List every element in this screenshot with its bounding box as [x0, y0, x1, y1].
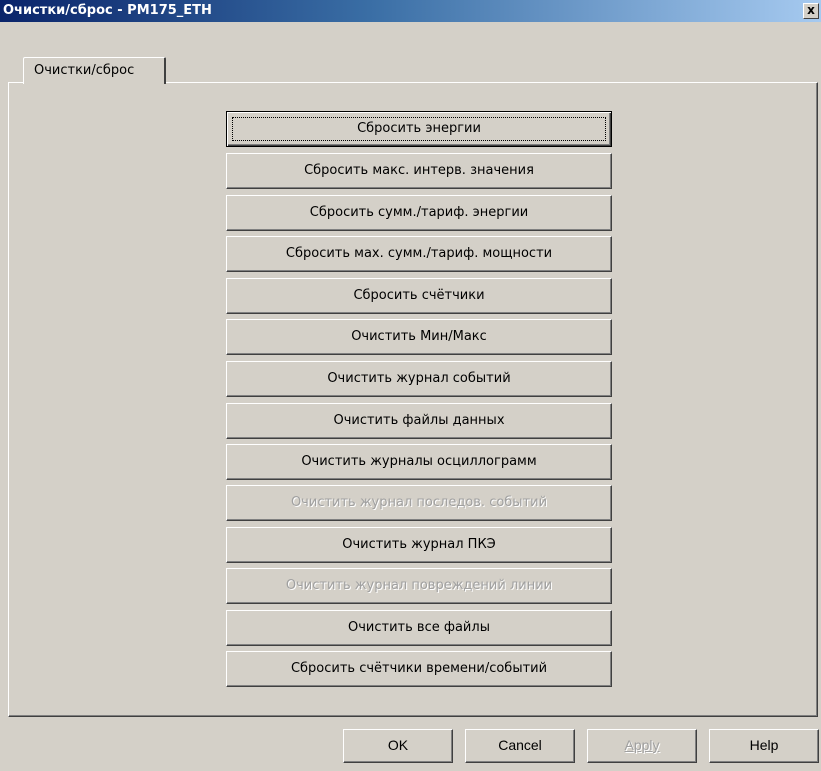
tab-label: Очистки/сброс — [34, 63, 135, 78]
tab-clear-reset[interactable]: Очистки/сброс — [23, 57, 166, 84]
button-label: Очистить журнал событий — [327, 371, 511, 386]
clear-event-log-button[interactable]: Очистить журнал событий — [226, 361, 612, 397]
button-label: Очистить журнал ПКЭ — [342, 537, 496, 552]
button-label: Очистить журнал повреждений линии — [285, 578, 553, 593]
button-label: Сбросить энергии — [357, 121, 481, 136]
button-label: Сбросить макс. интерв. значения — [304, 163, 534, 178]
button-label: Сбросить мах. сумм./тариф. мощности — [285, 246, 553, 261]
reset-tariff-energies-button[interactable]: Сбросить сумм./тариф. энергии — [226, 195, 612, 231]
reset-max-tariff-demands-button[interactable]: Сбросить мах. сумм./тариф. мощности — [226, 236, 612, 272]
apply-button[interactable]: Apply — [587, 729, 697, 763]
cancel-label: Cancel — [498, 737, 542, 753]
button-label: Очистить Мин/Макс — [351, 329, 487, 344]
reset-time-event-counters-button[interactable]: Сбросить счётчики времени/событий — [226, 651, 612, 687]
clear-power-quality-log-button[interactable]: Очистить журнал ПКЭ — [226, 527, 612, 563]
button-label: Очистить все файлы — [348, 620, 490, 635]
clear-data-files-button[interactable]: Очистить файлы данных — [226, 403, 612, 439]
reset-energies-button[interactable]: Сбросить энергии — [226, 111, 612, 147]
clear-min-max-button[interactable]: Очистить Мин/Макс — [226, 319, 612, 355]
button-label: Сбросить сумм./тариф. энергии — [309, 205, 529, 220]
button-label: Очистить журнал последов. событий — [290, 495, 548, 510]
help-label: Help — [749, 737, 779, 753]
clear-waveform-logs-button[interactable]: Очистить журналы осциллограмм — [226, 444, 612, 480]
title-bar[interactable]: Очистки/сброс - PM175_ETH x — [0, 0, 821, 22]
reset-counters-button[interactable]: Сбросить счётчики — [226, 278, 612, 314]
ok-button[interactable]: OK — [343, 729, 453, 763]
reset-max-interval-values-button[interactable]: Сбросить макс. интерв. значения — [226, 153, 612, 189]
ok-label: OK — [387, 737, 409, 753]
clear-sequence-of-events-log-button[interactable]: Очистить журнал последов. событий — [226, 485, 612, 521]
close-icon: x — [807, 3, 815, 17]
button-label: Сбросить счётчики времени/событий — [290, 661, 548, 676]
help-button[interactable]: Help — [709, 729, 819, 763]
button-label: Очистить журналы осциллограмм — [301, 454, 537, 469]
button-label: Очистить файлы данных — [333, 413, 505, 428]
button-label: Сбросить счётчики — [353, 288, 485, 303]
clear-fault-log-button[interactable]: Очистить журнал повреждений линии — [226, 568, 612, 604]
cancel-button[interactable]: Cancel — [465, 729, 575, 763]
close-button[interactable]: x — [803, 3, 819, 19]
apply-label: Apply — [624, 737, 660, 753]
window-title: Очистки/сброс - PM175_ETH — [3, 3, 212, 18]
clear-all-files-button[interactable]: Очистить все файлы — [226, 610, 612, 646]
